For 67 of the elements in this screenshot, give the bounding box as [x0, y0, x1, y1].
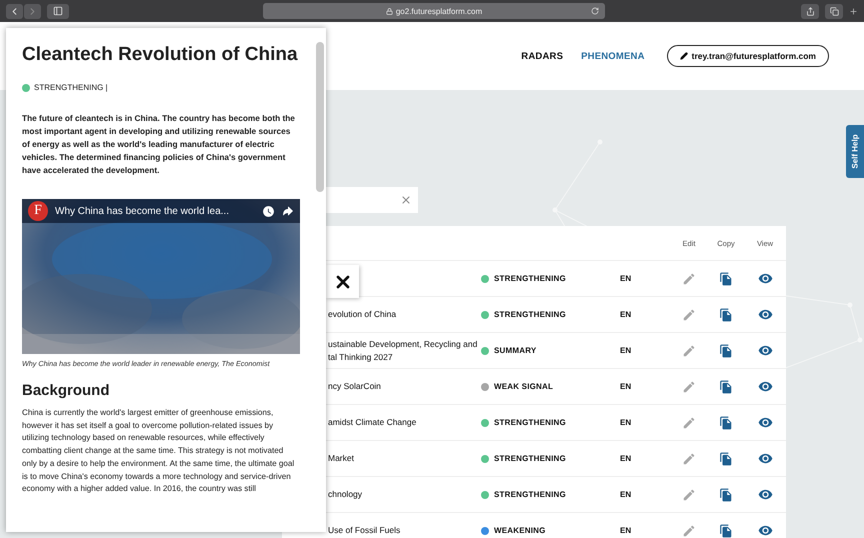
status-label: STRENGTHENING [494, 310, 566, 319]
phenomenon-title: Use of Fossil Fuels [327, 524, 402, 537]
section-heading: Background [22, 382, 111, 399]
close-button[interactable] [326, 265, 359, 298]
tabs-button[interactable] [825, 4, 843, 18]
copy-icon[interactable] [719, 452, 733, 466]
phenomenon-title: ncy SolarCoin [327, 380, 382, 393]
language-code: EN [619, 274, 632, 283]
status-label: SUMMARY [494, 346, 536, 355]
video-player[interactable]: F Why China has become the world lea... [22, 199, 300, 354]
status-label: STRENGTHENING [494, 274, 566, 283]
body-paragraph: China is currently the world's largest emitter of greenhouse emissions, however it has set itself a goal to overcome pollution-related issues by utilizing technology based on renewable resources, while effectively combatting client change at the same time. This strategy is not motivated only by a desire to help the environment. At the same time, the ultimate goal is to move China's economy towards a more technology and service-driven economy with a higher added value. In 2016, the country was still [22, 407, 296, 496]
view-icon[interactable] [758, 379, 772, 394]
view-icon[interactable] [758, 487, 772, 502]
copy-icon[interactable] [719, 524, 733, 538]
phenomenon-title: ustainable Development, Recycling and tal Thinking 2027 [327, 338, 478, 364]
view-icon[interactable] [758, 343, 772, 358]
language-code: EN [619, 418, 632, 427]
share-button[interactable] [801, 4, 819, 18]
language-code: EN [619, 382, 632, 391]
copy-icon[interactable] [719, 416, 733, 430]
status-label: STRENGTHENING | [34, 83, 108, 92]
lead-paragraph: The future of cleantech is in China. The country has become both the most important agent in developing and utilizing renewable sources of energy as well as the world's leading manufacturer of electric vehicles. The determined financing policies of China's government have accelerated the development. [22, 112, 296, 177]
language-code: EN [619, 526, 632, 535]
new-tab-icon[interactable] [849, 6, 858, 16]
view-icon[interactable] [758, 271, 772, 286]
view-icon[interactable] [758, 415, 772, 430]
self-help-tab[interactable]: Self Help [846, 125, 864, 178]
view-icon[interactable] [758, 523, 772, 538]
language-code: EN [619, 454, 632, 463]
search-field[interactable] [326, 187, 418, 213]
share-icon [806, 6, 814, 16]
status-label: STRENGTHENING [494, 418, 566, 427]
nav-link[interactable]: PHENOMENA [581, 50, 645, 62]
forward-button[interactable] [24, 4, 41, 18]
view-icon[interactable] [758, 451, 772, 466]
language-code: EN [619, 310, 632, 319]
sidebar-icon [53, 6, 63, 16]
status-label: WEAKENING [494, 526, 546, 535]
nav-link[interactable]: RADARS [521, 50, 564, 62]
copy-icon[interactable] [719, 344, 733, 358]
address-bar[interactable]: go2.futuresplatform.com [263, 3, 605, 19]
phenomenon-title: amidst Climate Change [327, 416, 418, 429]
copy-icon[interactable] [719, 272, 733, 286]
sidebar-button[interactable] [47, 4, 69, 18]
view-icon[interactable] [758, 307, 772, 322]
language-code: EN [619, 490, 632, 499]
phenomenon-title: chnology [327, 488, 364, 501]
user-button[interactable]: trey.tran@futuresplatform.com [666, 45, 829, 67]
language-code: EN [619, 346, 632, 355]
scrollbar-thumb[interactable] [316, 42, 324, 192]
clock-icon[interactable] [262, 204, 275, 218]
panel-title: Cleantech Revolution of China [22, 44, 299, 66]
status-label: STRENGTHENING [494, 490, 566, 499]
back-button[interactable] [6, 4, 23, 18]
status-label: STRENGTHENING [494, 454, 566, 463]
copy-icon[interactable] [719, 380, 733, 394]
copy-icon[interactable] [719, 488, 733, 502]
copy-icon[interactable] [719, 308, 733, 322]
tabs-icon [830, 6, 838, 16]
channel-logo: F [28, 201, 48, 221]
video-title: Why China has become the world lea... [55, 206, 230, 216]
clear-icon[interactable] [400, 194, 412, 206]
status-label: WEAK SIGNAL [494, 382, 554, 391]
share-icon[interactable] [282, 205, 294, 217]
pencil-icon [680, 52, 688, 60]
phenomenon-title: evolution of China [327, 308, 398, 321]
